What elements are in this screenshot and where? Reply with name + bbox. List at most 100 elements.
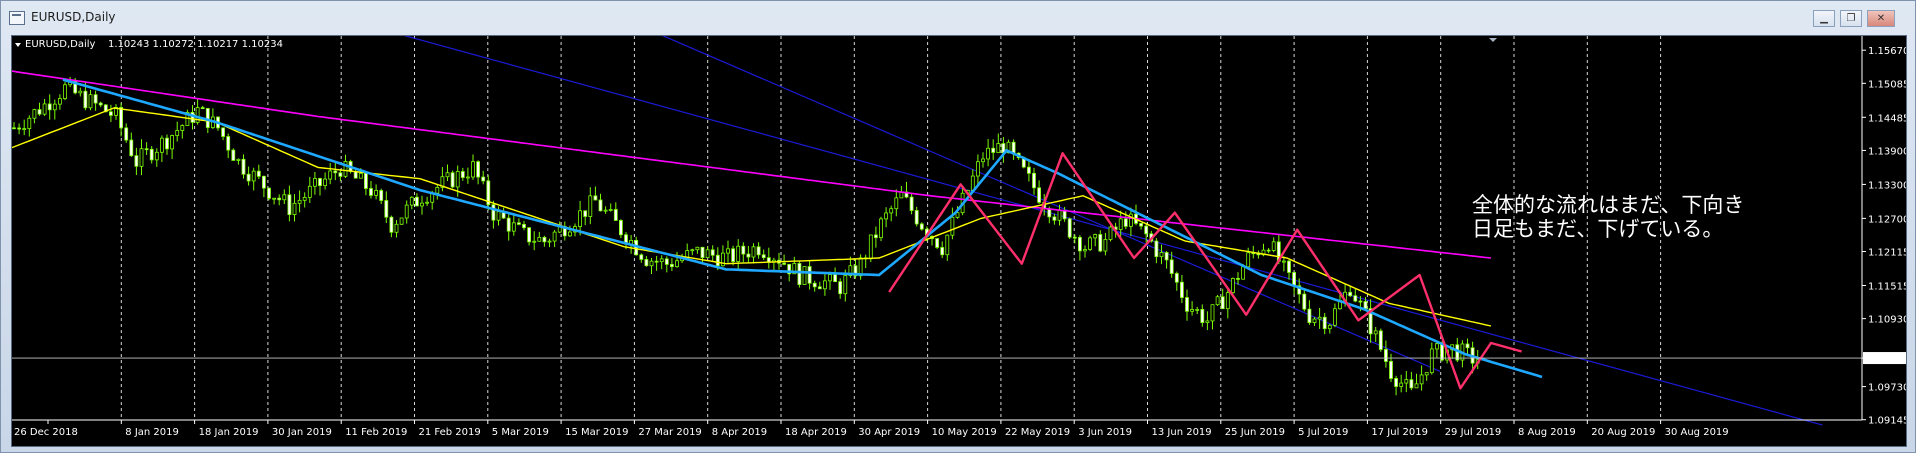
candle-body: [537, 236, 542, 242]
candle-body: [613, 209, 618, 221]
candle-body: [675, 260, 679, 268]
candle-body: [884, 212, 888, 220]
candle-body: [593, 195, 598, 201]
x-tick-label: 10 May 2019: [932, 427, 997, 438]
candle-body: [511, 222, 516, 232]
candle-body: [547, 240, 552, 243]
candle-body: [1220, 296, 1225, 310]
candle-body: [1282, 260, 1286, 263]
candle-body: [950, 216, 955, 236]
candle-body: [1200, 309, 1205, 323]
candle-body: [532, 240, 537, 243]
candle-body: [527, 227, 531, 243]
candle-body: [12, 127, 16, 130]
x-tick-label: 25 Jun 2019: [1225, 427, 1285, 438]
candle-body: [435, 186, 440, 194]
candle-body: [1231, 278, 1235, 294]
candle-body: [323, 178, 328, 186]
candle-body: [670, 263, 674, 268]
x-tick-label: 30 Jan 2019: [272, 427, 332, 438]
candle-body: [919, 223, 924, 230]
candle-body: [1144, 225, 1149, 235]
maximize-button[interactable]: ❐: [1840, 10, 1862, 27]
candle-body: [710, 249, 715, 256]
candle-body: [1159, 252, 1164, 258]
candle-body: [1404, 379, 1409, 384]
candle-body: [1093, 234, 1098, 239]
x-tick-label: 18 Apr 2019: [785, 427, 847, 438]
candle-body: [282, 194, 287, 201]
candle-body: [277, 197, 282, 201]
price-chart[interactable]: 26 Dec 2018 8 Jan 2019 18 Jan 2019 30 Jan 2…: [11, 35, 1907, 447]
candle-body: [1394, 378, 1398, 387]
candle-body: [914, 210, 919, 225]
candle-body: [37, 109, 42, 115]
chart-shift-marker[interactable]: [1489, 38, 1497, 42]
x-tick-label: 22 May 2019: [1005, 427, 1070, 438]
candle-body: [17, 127, 21, 130]
y-tick-label: 1.12700: [1868, 214, 1906, 225]
x-tick-label: 8 Apr 2019: [712, 427, 767, 438]
chart-menu-icon[interactable]: [15, 43, 21, 47]
x-tick-label: 30 Aug 2019: [1665, 427, 1729, 438]
ma-fast-line: [62, 78, 1543, 379]
candle-body: [578, 210, 582, 227]
candle-body: [1062, 210, 1067, 220]
x-tick-label: 5 Jul 2019: [1298, 427, 1348, 438]
candle-body: [828, 274, 832, 282]
candle-body: [1307, 308, 1312, 323]
candle-body: [1225, 292, 1230, 310]
candle-body: [542, 236, 547, 243]
candle-body: [516, 222, 521, 225]
candle-body: [399, 217, 404, 225]
title-bar[interactable]: EURUSD,Daily ▁ ❐ ✕: [1, 1, 1915, 35]
candle-body: [420, 202, 424, 207]
candle-body: [165, 137, 169, 150]
candle-body: [272, 197, 277, 200]
x-tick-label: 26 Dec 2018: [14, 427, 78, 438]
candle-body: [1353, 295, 1358, 302]
candle-body: [1190, 309, 1194, 312]
candle-body: [119, 107, 123, 129]
candle-body: [838, 281, 843, 295]
candle-body: [226, 136, 231, 151]
y-tick-label: 1.10234: [1868, 354, 1906, 365]
candle-body: [307, 185, 312, 198]
candle-body: [705, 249, 710, 258]
candle-body: [1419, 374, 1424, 385]
candle-body: [476, 161, 481, 178]
y-tick-label: 1.11515: [1868, 281, 1906, 292]
candle-body: [1052, 216, 1057, 221]
grid: [120, 36, 1662, 420]
candle-body: [603, 209, 608, 212]
close-button[interactable]: ✕: [1867, 10, 1895, 27]
x-tick-label: 8 Jan 2019: [125, 427, 179, 438]
y-tick-label: 1.09730: [1868, 383, 1906, 394]
chart-canvas[interactable]: 26 Dec 2018 8 Jan 2019 18 Jan 2019 30 Jan 2…: [12, 36, 1906, 446]
candle-body: [1195, 309, 1200, 311]
candle-body: [797, 263, 802, 285]
candle-body: [991, 147, 996, 153]
candle-body: [175, 130, 180, 136]
candle-body: [731, 248, 735, 262]
candle-body: [695, 246, 700, 251]
candle-body: [200, 107, 205, 110]
candle-body: [88, 94, 93, 109]
minimize-button[interactable]: ▁: [1813, 10, 1835, 27]
candle-body: [180, 125, 185, 131]
x-tick-label: 18 Jan 2019: [199, 427, 259, 438]
candle-body: [149, 148, 154, 161]
candle-body: [1088, 237, 1092, 250]
candle-body: [1292, 272, 1296, 287]
candle-body: [338, 172, 343, 177]
candle-body: [802, 266, 807, 285]
candle-body: [945, 234, 950, 256]
candle-body: [1429, 348, 1434, 374]
ma-mid-line: [12, 107, 1492, 327]
candles: [12, 76, 1480, 396]
candle-body: [465, 176, 470, 179]
candle-body: [1236, 278, 1240, 280]
candle-body: [741, 245, 746, 255]
candle-body: [1435, 343, 1439, 350]
candle-body: [1363, 301, 1368, 309]
